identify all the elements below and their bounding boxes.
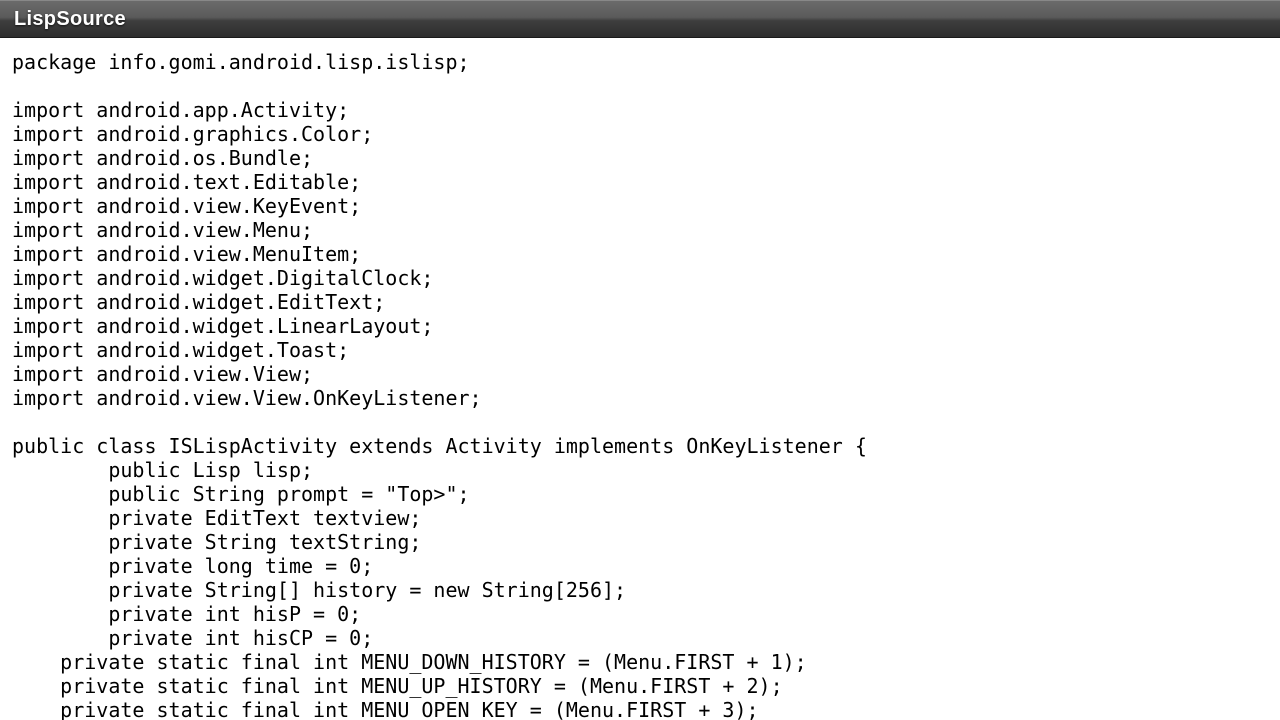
source-code: package info.gomi.android.lisp.islisp; i… <box>12 50 1268 720</box>
title-bar-text: LispSource <box>14 8 126 31</box>
title-bar: LispSource <box>0 0 1280 38</box>
source-viewer[interactable]: package info.gomi.android.lisp.islisp; i… <box>0 38 1280 720</box>
